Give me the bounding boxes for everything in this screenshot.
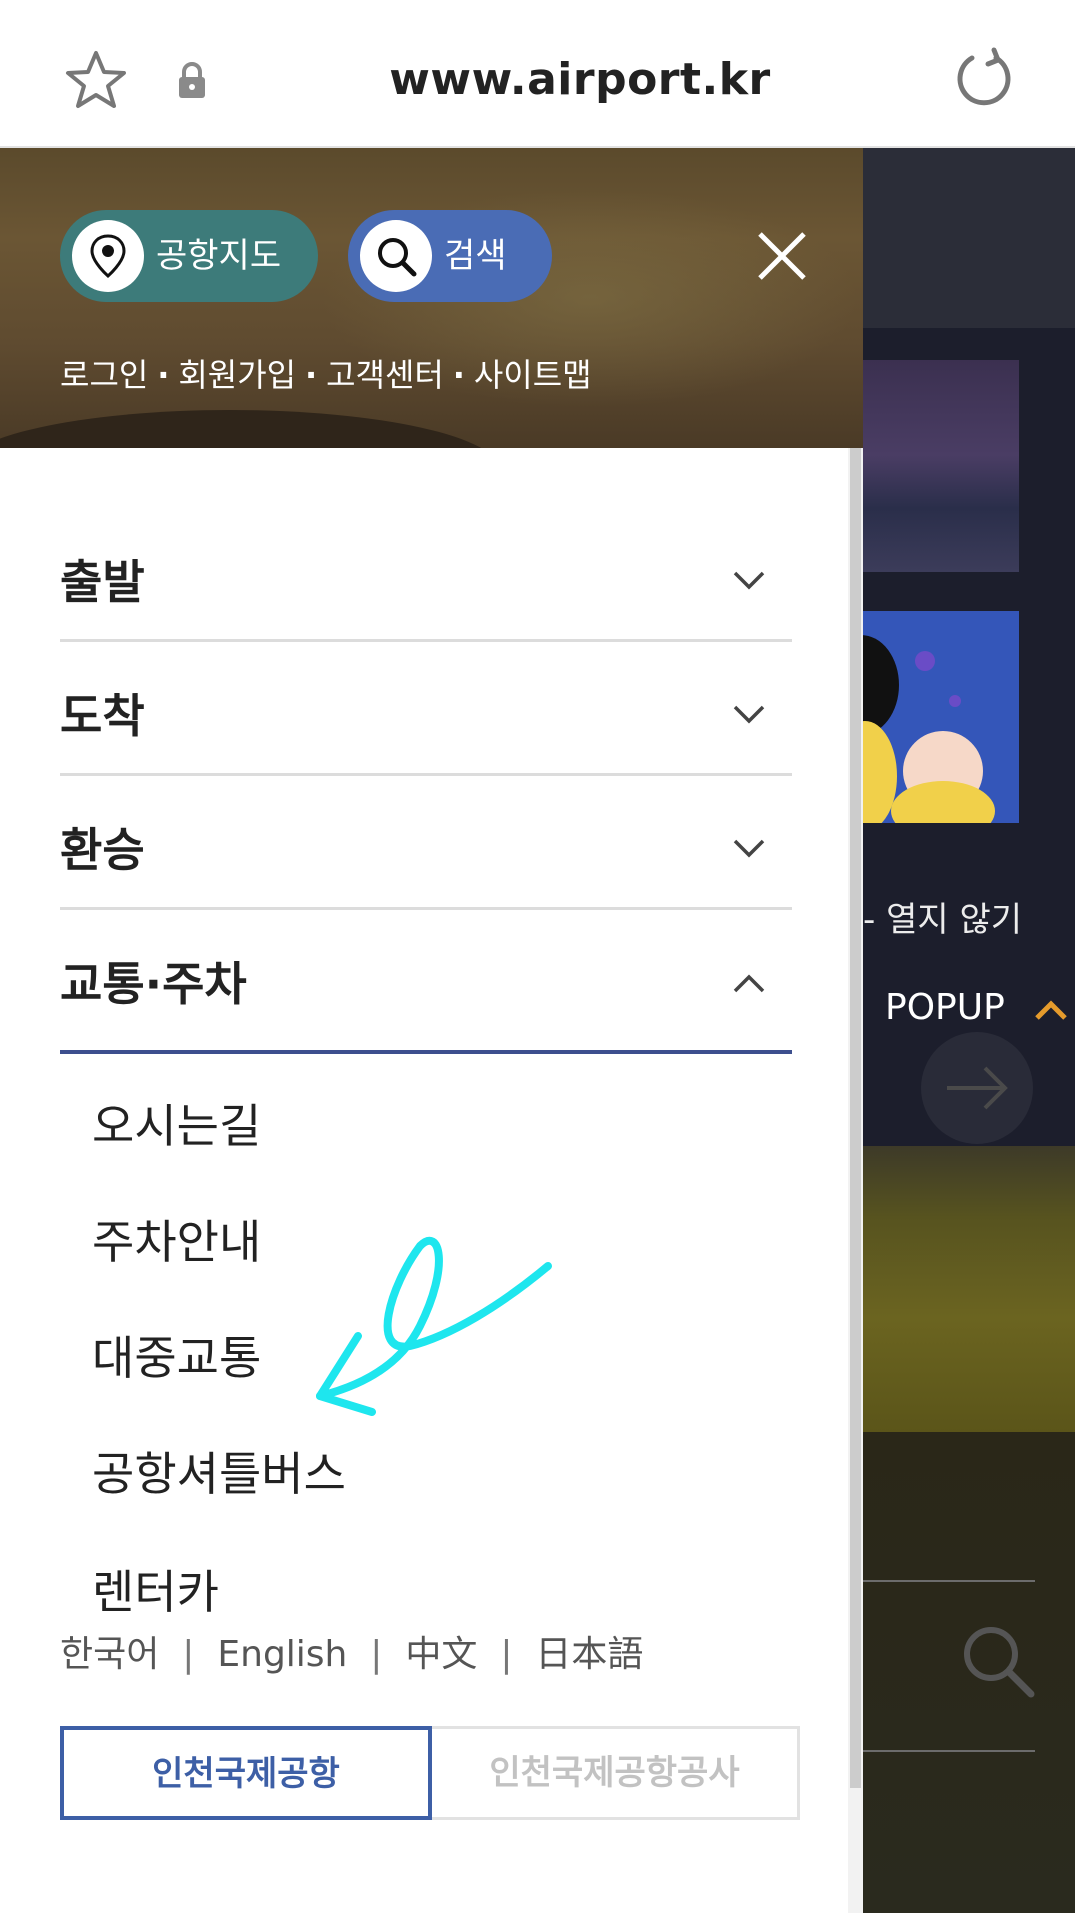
star-icon[interactable] bbox=[64, 48, 128, 112]
menu-item-arrival[interactable]: 도착 bbox=[60, 642, 792, 776]
language-english[interactable]: English bbox=[217, 1626, 347, 1684]
menu-item-departure[interactable]: 출발 bbox=[60, 508, 792, 642]
chevron-down-icon bbox=[733, 571, 765, 590]
scrollbar-thumb[interactable] bbox=[850, 448, 861, 1788]
language-chinese[interactable]: 中文 bbox=[405, 1626, 477, 1684]
map-pin-icon bbox=[72, 220, 144, 292]
language-separator: | bbox=[370, 1634, 383, 1675]
language-separator: | bbox=[182, 1634, 195, 1675]
address-bar-url[interactable]: www.airport.kr bbox=[360, 48, 800, 112]
background-do-not-open-text: - 열지 않기 bbox=[863, 900, 1023, 940]
customer-center-link[interactable]: 고객센터 bbox=[326, 350, 444, 400]
lock-icon bbox=[179, 62, 205, 98]
login-link[interactable]: 로그인 bbox=[60, 350, 148, 400]
language-korean[interactable]: 한국어 bbox=[60, 1626, 159, 1684]
drawer-header: 공항지도 검색 로그인 · 회원가입 · 고객센터 · 사이트맵 bbox=[0, 148, 863, 448]
menu-item-transport-parking[interactable]: 교통·주차 bbox=[60, 910, 792, 1054]
background-page: - 열지 않기 POPUP bbox=[863, 148, 1075, 1913]
language-selector: 한국어 | English | 中文 | 日本語 bbox=[60, 1626, 643, 1684]
background-popup-label: POPUP bbox=[885, 987, 1005, 1028]
language-separator: | bbox=[500, 1634, 513, 1675]
background-divider bbox=[863, 1750, 1035, 1752]
menu-item-label: 교통·주차 bbox=[60, 957, 247, 1011]
airport-map-button[interactable]: 공항지도 bbox=[60, 210, 318, 302]
user-links: 로그인 · 회원가입 · 고객센터 · 사이트맵 bbox=[60, 350, 592, 400]
close-icon[interactable] bbox=[756, 230, 808, 282]
search-icon bbox=[964, 1627, 1035, 1698]
search-button[interactable]: 검색 bbox=[348, 210, 552, 302]
background-divider bbox=[863, 1580, 1035, 1582]
browser-toolbar: www.airport.kr bbox=[0, 0, 1075, 148]
submenu-item-directions[interactable]: 오시는길 bbox=[92, 1094, 261, 1158]
chevron-down-icon bbox=[733, 705, 765, 724]
search-icon bbox=[360, 220, 432, 292]
separator-dot: · bbox=[305, 356, 318, 394]
search-label: 검색 bbox=[444, 236, 507, 276]
arrow-right-icon bbox=[947, 1066, 1008, 1110]
background-flower-field-photo bbox=[863, 1146, 1075, 1432]
header-hill-silhouette bbox=[0, 410, 500, 448]
background-banner-illustration bbox=[863, 611, 1019, 823]
submenu-item-rental-car[interactable]: 렌터카 bbox=[92, 1560, 219, 1624]
menu-item-label: 환승 bbox=[60, 823, 145, 877]
submenu-item-shuttle-bus[interactable]: 공항셔틀버스 bbox=[92, 1442, 346, 1506]
chevron-up-icon bbox=[1035, 1000, 1067, 1020]
submenu-item-parking-info[interactable]: 주차안내 bbox=[92, 1210, 261, 1274]
chevron-down-icon bbox=[733, 839, 765, 858]
background-header-band bbox=[863, 148, 1075, 328]
tab-incheon-airport-corporation[interactable]: 인천국제공항공사 bbox=[432, 1726, 800, 1820]
tab-incheon-airport[interactable]: 인천국제공항 bbox=[60, 1726, 432, 1820]
chevron-up-icon bbox=[733, 974, 765, 993]
reload-icon[interactable] bbox=[952, 46, 1016, 110]
signup-link[interactable]: 회원가입 bbox=[178, 350, 296, 400]
background-banner-photo bbox=[863, 360, 1019, 572]
background-next-button bbox=[921, 1032, 1033, 1144]
airport-map-label: 공항지도 bbox=[156, 236, 282, 276]
menu-item-label: 출발 bbox=[60, 555, 145, 609]
language-japanese[interactable]: 日本語 bbox=[535, 1626, 643, 1684]
submenu-item-public-transport[interactable]: 대중교통 bbox=[92, 1326, 261, 1390]
separator-dot: · bbox=[452, 356, 465, 394]
menu-item-label: 도착 bbox=[60, 689, 145, 743]
sitemap-link[interactable]: 사이트맵 bbox=[474, 350, 592, 400]
menu-item-transfer[interactable]: 환승 bbox=[60, 776, 792, 910]
separator-dot: · bbox=[157, 356, 170, 394]
handwritten-arrow-annotation bbox=[316, 1236, 552, 1416]
side-menu-drawer: 공항지도 검색 로그인·회원가입·고객센터·사이트맵 출발 도착 환 bbox=[0, 148, 863, 1913]
